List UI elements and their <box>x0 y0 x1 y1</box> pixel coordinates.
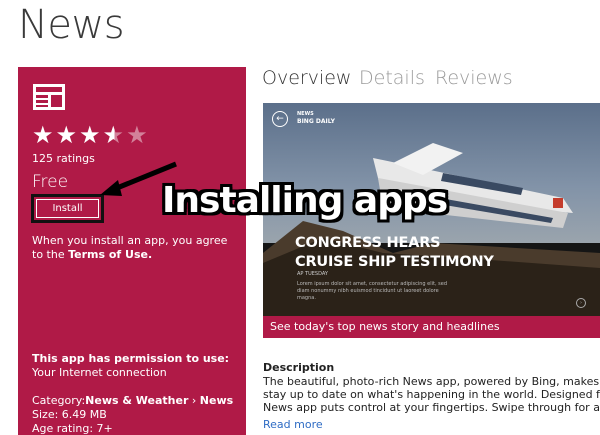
price-label: Free <box>32 172 69 192</box>
permission-title: This app has permission to use: <box>32 352 230 365</box>
install-agreement-text: When you install an app, you agree to th… <box>32 234 237 262</box>
star-full-icon: ★ <box>55 121 78 149</box>
star-full-icon: ★ <box>79 121 101 149</box>
terms-of-use-link[interactable]: Terms of Use. <box>68 248 152 261</box>
tab-overview[interactable]: Overview <box>262 67 351 89</box>
install-button[interactable]: Install <box>36 199 99 218</box>
category-label: Category: <box>32 394 86 407</box>
description-line: News app puts control at your fingertips… <box>263 401 600 414</box>
category-line: Category:News & Weather › News <box>32 394 233 407</box>
age-rating-label: Age rating: 7+ <box>32 422 113 435</box>
hero-brand-top: NEWS <box>297 111 314 117</box>
star-rating: ★ ★ ★ ★ ★ <box>32 122 148 148</box>
category-separator: › <box>191 394 197 407</box>
star-half-icon: ★ <box>102 121 125 149</box>
app-info-panel: ★ ★ ★ ★ ★ 125 ratings Free Install When … <box>18 67 246 435</box>
size-label: Size: 6.49 MB <box>32 408 107 421</box>
page-title: News <box>18 2 125 48</box>
headline-line-1: CONGRESS HEARS <box>295 235 441 251</box>
read-more-link[interactable]: Read more <box>263 418 323 431</box>
description-line: The beautiful, photo-rich News app, powe… <box>263 375 600 388</box>
ratings-count: 125 ratings <box>32 152 95 165</box>
hero-headline: CONGRESS HEARS CRUISE SHIP TESTIMONY <box>295 234 494 272</box>
star-empty-icon: ★ <box>126 121 148 149</box>
category-link[interactable]: News & Weather <box>85 394 188 407</box>
tab-reviews[interactable]: Reviews <box>435 67 513 89</box>
description-title: Description <box>263 361 335 374</box>
install-highlight-box: Install <box>31 194 104 223</box>
headline-line-2: CRUISE SHIP TESTIMONY <box>295 254 494 270</box>
next-arrow-icon: › <box>576 298 586 308</box>
back-arrow-icon: ← <box>272 111 288 127</box>
description-text: The beautiful, photo-rich News app, powe… <box>263 375 600 414</box>
permission-item: Your Internet connection <box>32 366 167 379</box>
newspaper-icon <box>33 84 65 110</box>
star-full-icon: ★ <box>32 121 54 149</box>
description-line: stay up to date on what's happening in t… <box>263 388 600 401</box>
screenshot-caption: See today's top news story and headlines <box>263 316 600 338</box>
hero-brand: BING DAILY <box>297 118 335 125</box>
hero-byline: AP TUESDAY <box>297 271 328 277</box>
tab-details[interactable]: Details <box>359 67 425 89</box>
hero-blurb: Lorem ipsum dolor sit amet, consectetur … <box>297 281 447 301</box>
tutorial-overlay-label: Installing apps <box>162 180 448 221</box>
subcategory-link[interactable]: News <box>200 394 233 407</box>
